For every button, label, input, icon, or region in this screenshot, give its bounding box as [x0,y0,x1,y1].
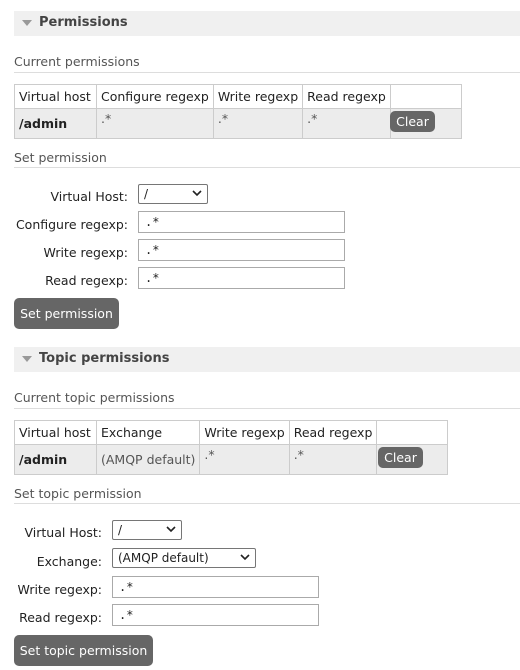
set-permission-button[interactable]: Set permission [14,298,119,329]
clear-permission-button[interactable]: Clear [390,111,435,132]
topic-write-regexp-label: Write regexp: [17,582,102,597]
cell-read-regexp: .* [302,108,391,139]
permissions-section-title: Permissions [39,15,128,30]
current-topic-permissions-title: Current topic permissions [14,390,175,405]
read-regexp-label: Read regexp: [45,273,128,288]
write-regexp-input[interactable] [138,239,345,261]
set-permission-title: Set permission [14,150,107,165]
configure-regexp-input[interactable] [138,211,345,233]
divider [14,167,520,168]
configure-regexp-label: Configure regexp: [15,217,128,232]
cell-virtual-host: /admin [14,108,97,139]
topic-virtual-host-label: Virtual Host: [24,525,103,540]
cell-virtual-host: /admin [14,444,97,475]
column-header-virtual-host: Virtual host [14,420,97,445]
topic-virtual-host-select-value: / [118,523,123,537]
topic-permissions-section-header[interactable]: Topic permissions [14,347,520,372]
triangle-down-icon [22,20,32,26]
exchange-select[interactable]: (AMQP default) [112,548,256,568]
cell-read-regexp: .* [288,444,378,475]
cell-configure-regexp: .* [96,108,214,139]
clear-topic-permission-button[interactable]: Clear [378,447,423,468]
permissions-section-header[interactable]: Permissions [14,11,520,36]
column-header-read-regexp: Read regexp [302,84,391,109]
chevron-down-icon [240,554,250,561]
column-header-exchange: Exchange [95,420,201,445]
chevron-down-icon [192,190,202,197]
column-header-write-regexp: Write regexp [199,420,290,445]
triangle-down-icon [22,356,32,362]
cell-write-regexp: .* [212,108,304,139]
virtual-host-select-value: / [144,187,149,201]
virtual-host-label: Virtual Host: [50,189,129,204]
virtual-host-select[interactable]: / [138,184,208,204]
column-header-actions [376,420,449,445]
divider [14,503,520,504]
divider [14,72,520,73]
column-header-configure-regexp: Configure regexp [96,84,214,109]
set-topic-permission-title: Set topic permission [14,486,142,501]
column-header-read-regexp: Read regexp [288,420,378,445]
divider [14,408,520,409]
current-permissions-title: Current permissions [14,54,140,69]
exchange-select-value: (AMQP default) [118,551,209,565]
column-header-virtual-host: Virtual host [14,84,97,109]
topic-permissions-section-title: Topic permissions [39,351,170,366]
cell-write-regexp: .* [199,444,290,475]
column-header-actions [389,84,462,109]
chevron-down-icon [166,526,176,533]
topic-virtual-host-select[interactable]: / [112,520,182,540]
write-regexp-label: Write regexp: [43,245,128,260]
set-topic-permission-button[interactable]: Set topic permission [14,635,153,666]
topic-read-regexp-input[interactable] [112,604,319,626]
cell-exchange: (AMQP default) [95,444,201,475]
read-regexp-input[interactable] [138,267,345,289]
column-header-write-regexp: Write regexp [212,84,304,109]
exchange-label: Exchange: [36,554,102,569]
topic-write-regexp-input[interactable] [112,576,319,598]
topic-read-regexp-label: Read regexp: [19,610,102,625]
